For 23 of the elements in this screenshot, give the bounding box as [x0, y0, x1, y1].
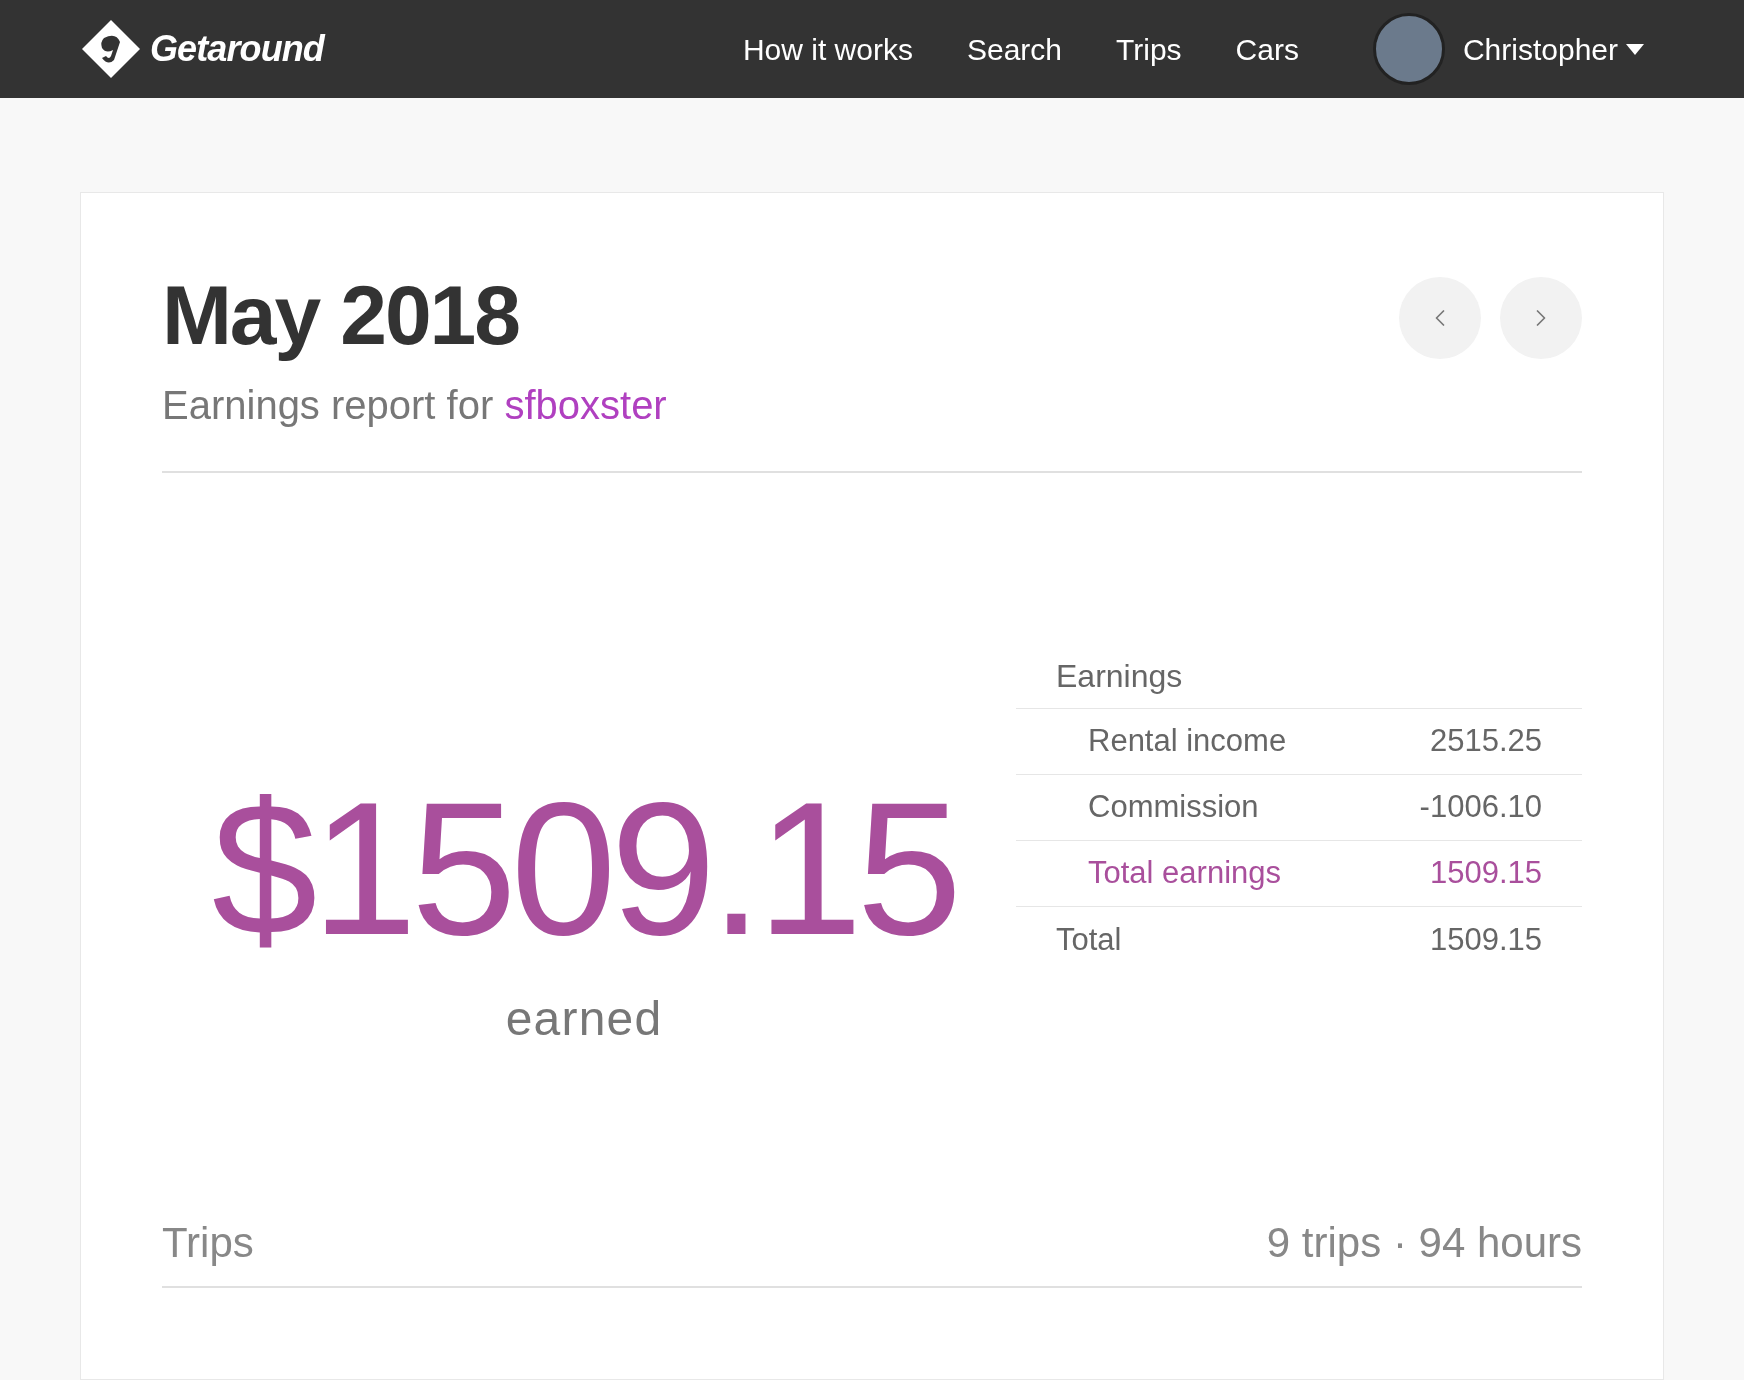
trips-label: Trips — [162, 1218, 254, 1268]
caret-icon — [1626, 43, 1644, 55]
earnings-label: Commission — [1088, 788, 1259, 827]
user-menu[interactable]: Christopher — [1462, 26, 1644, 72]
earned-label: earned — [505, 991, 663, 1047]
nav-link[interactable]: Search — [966, 26, 1062, 72]
earnings-label: Total earnings — [1088, 854, 1281, 893]
earned-amount: $1509.15 — [211, 773, 957, 963]
nav-link[interactable]: How it works — [742, 26, 913, 72]
car-link[interactable]: sfboxster — [504, 383, 667, 427]
earnings-heading: Earnings — [1016, 643, 1582, 709]
brand-name[interactable]: Getaround — [150, 22, 324, 76]
trips-summary: 9 trips · 94 hours — [1266, 1218, 1582, 1268]
nav-link[interactable]: Trips — [1116, 26, 1182, 72]
logo-icon — [80, 18, 142, 80]
earnings-value: 1509.15 — [1429, 920, 1542, 959]
nav-link[interactable]: Cars — [1235, 26, 1299, 72]
earnings-value: 1509.15 — [1429, 854, 1542, 893]
earnings-value: 2515.25 — [1429, 722, 1542, 761]
earnings-value: -1006.10 — [1419, 788, 1542, 827]
report-subtitle: Earnings report for sfboxster — [162, 385, 667, 425]
earnings-label: Rental income — [1088, 722, 1287, 761]
earnings-label: Total — [1056, 920, 1122, 959]
